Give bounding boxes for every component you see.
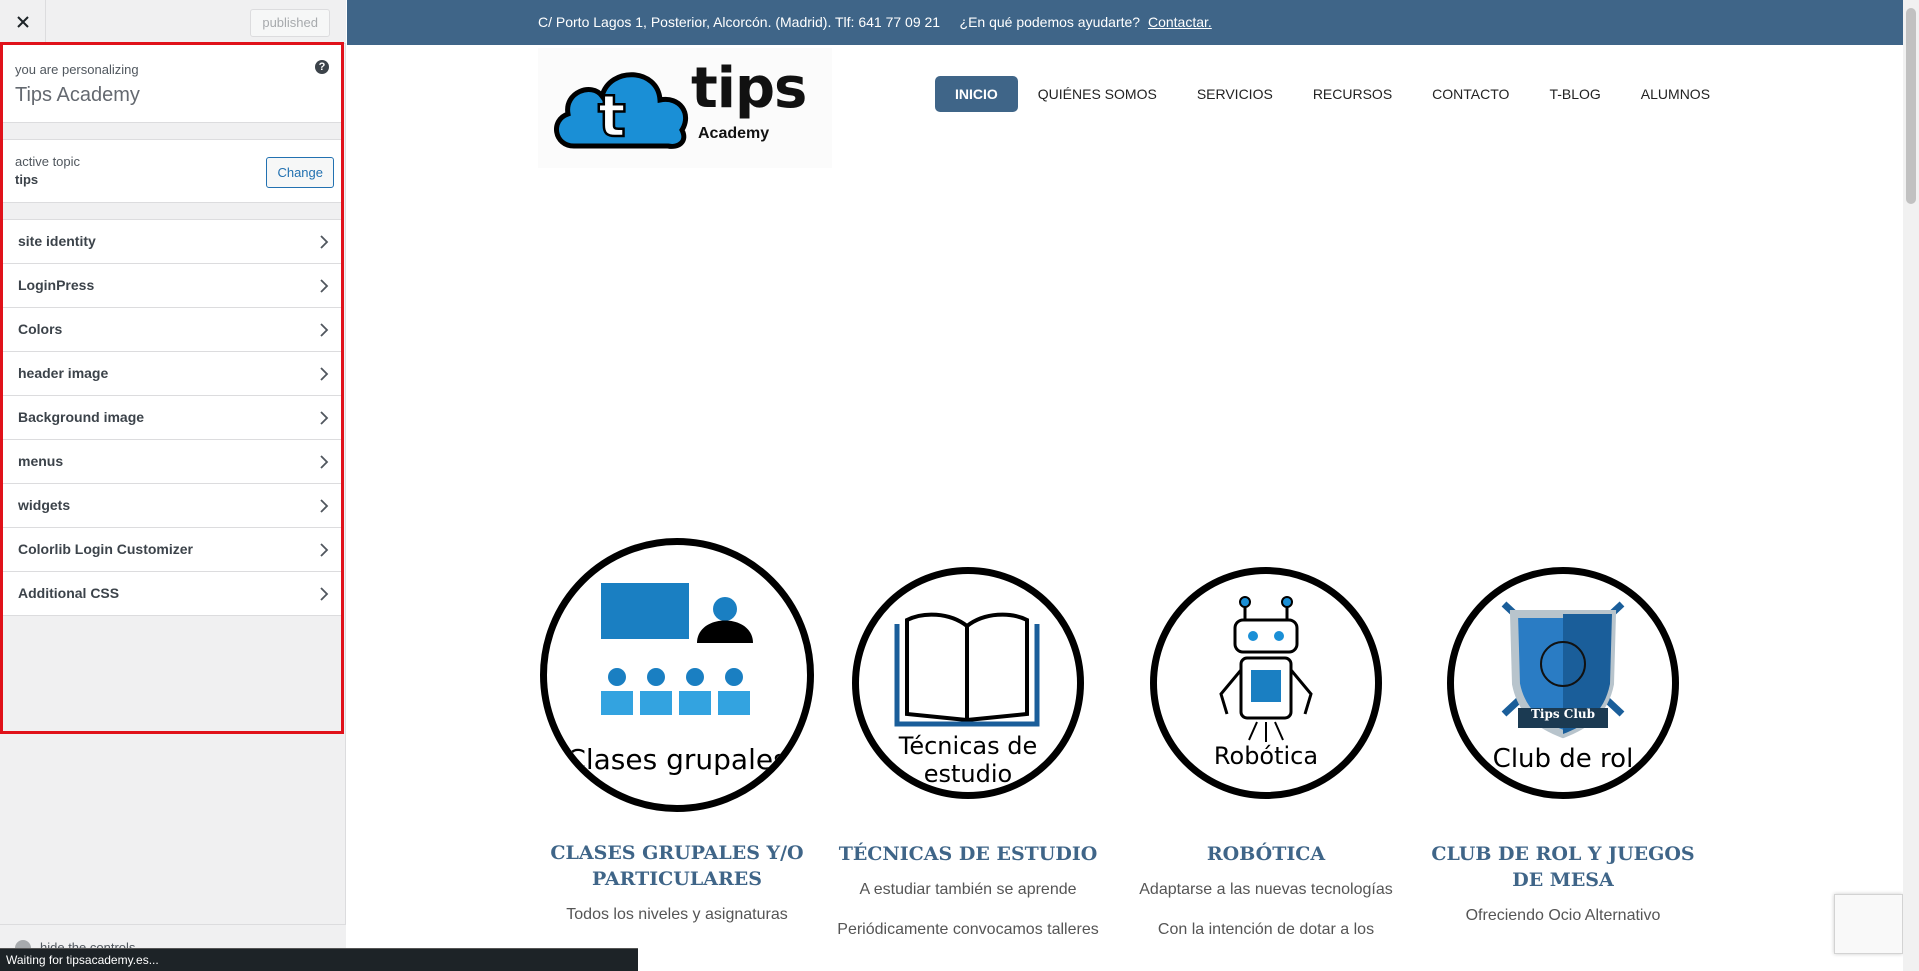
section-additional-css[interactable]: Additional CSS bbox=[3, 572, 341, 616]
section-widgets[interactable]: widgets bbox=[3, 484, 341, 528]
service-subtitle: Todos los niveles y asignaturas bbox=[566, 906, 788, 923]
service-subtitle: A estudiar también se aprende bbox=[859, 881, 1077, 898]
recaptcha-badge[interactable] bbox=[1834, 894, 1903, 954]
service-subtitle: Adaptarse a las nuevas tecnologías bbox=[1139, 881, 1393, 898]
section-colors[interactable]: Colors bbox=[3, 308, 341, 352]
service-title: TÉCNICAS DE ESTUDIO bbox=[838, 843, 1098, 865]
nav-item-servicios[interactable]: SERVICIOS bbox=[1177, 76, 1293, 112]
section-background-image[interactable]: Background image bbox=[3, 396, 341, 440]
contact-link[interactable]: Contactar. bbox=[1148, 14, 1212, 30]
customizer-sections: site identity LoginPress Colors header i… bbox=[3, 219, 341, 616]
active-theme-name: tips bbox=[15, 172, 39, 187]
nav-item-t-blog[interactable]: T-BLOG bbox=[1529, 76, 1620, 112]
chevron-right-icon bbox=[320, 587, 329, 601]
section-label: widgets bbox=[18, 497, 71, 513]
address-text: C/ Porto Lagos 1, Posterior, Alcorcón. (… bbox=[538, 14, 1141, 30]
service-image[interactable]: Tips Club Club de rol bbox=[1447, 567, 1679, 799]
chevron-right-icon bbox=[320, 367, 329, 381]
section-label: menus bbox=[18, 453, 64, 469]
chevron-right-icon bbox=[320, 279, 329, 293]
change-theme-button[interactable]: Change bbox=[266, 157, 334, 188]
personalizing-label: you are personalizing bbox=[15, 62, 139, 77]
site-logo[interactable]: t tips Academy bbox=[538, 48, 832, 168]
service-clases-grupales: Clases grupales CLASES GRUPALES Y/O PART… bbox=[532, 538, 822, 924]
service-robotica: Robótica ROBÓTICA Adaptarse a las nuevas… bbox=[1121, 567, 1411, 939]
publish-button[interactable]: published bbox=[250, 9, 330, 37]
service-extra: Con la intención de dotar a los bbox=[1157, 921, 1375, 938]
section-site-identity[interactable]: site identity bbox=[3, 220, 341, 264]
nav-item-inicio[interactable]: INICIO bbox=[935, 76, 1018, 112]
section-label: LoginPress bbox=[18, 277, 95, 293]
logo-subtitle: Academy bbox=[698, 125, 770, 142]
service-subtitle: Ofreciendo Ocio Alternativo bbox=[1465, 907, 1661, 924]
nav-item-recursos[interactable]: RECURSOS bbox=[1293, 76, 1412, 112]
chevron-right-icon bbox=[320, 499, 329, 513]
page-scrollbar[interactable] bbox=[1903, 0, 1919, 971]
site-preview: C/ Porto Lagos 1, Posterior, Alcorcón. (… bbox=[347, 0, 1903, 971]
service-image-text: Robótica bbox=[1213, 742, 1319, 770]
active-theme-panel: active topic tips Change bbox=[3, 139, 341, 203]
service-club-rol: Tips Club Club de rol CLUB DE ROL Y JUEG… bbox=[1418, 567, 1708, 925]
service-title: CLASES GRUPALES Y/O PARTICULARES bbox=[550, 842, 804, 890]
customizer-info: you are personalizing Tips Academy ? bbox=[3, 45, 341, 123]
svg-text:t: t bbox=[598, 82, 626, 150]
section-loginpress[interactable]: LoginPress bbox=[3, 264, 341, 308]
section-label: Colorlib Login Customizer bbox=[18, 541, 193, 557]
service-image[interactable]: Técnicas de estudio bbox=[852, 567, 1084, 799]
nav-item-alumnos[interactable]: ALUMNOS bbox=[1621, 76, 1730, 112]
service-image[interactable]: Robótica bbox=[1150, 567, 1382, 799]
main-nav: INICIO QUIÉNES SOMOS SERVICIOS RECURSOS … bbox=[935, 76, 1730, 112]
nav-item-contacto[interactable]: CONTACTO bbox=[1412, 76, 1529, 112]
close-customizer-button[interactable] bbox=[0, 0, 46, 44]
browser-status-bar: Waiting for tipsacademy.es... bbox=[0, 948, 638, 971]
section-menus[interactable]: menus bbox=[3, 440, 341, 484]
section-label: Background image bbox=[18, 409, 145, 425]
service-image-text: Clases grupales bbox=[566, 743, 788, 776]
close-icon bbox=[16, 16, 29, 28]
section-header-image[interactable]: header image bbox=[3, 352, 341, 396]
service-title: CLUB DE ROL Y JUEGOS DE MESA bbox=[1431, 843, 1695, 891]
service-image[interactable]: Clases grupales bbox=[540, 538, 814, 812]
cloud-logo-icon: t bbox=[554, 72, 689, 151]
section-label: Additional CSS bbox=[18, 585, 120, 601]
site-title: Tips Academy bbox=[15, 84, 140, 106]
scrollbar-thumb[interactable] bbox=[1906, 8, 1916, 204]
service-title: ROBÓTICA bbox=[1206, 843, 1326, 865]
section-colorlib-login-customizer[interactable]: Colorlib Login Customizer bbox=[3, 528, 341, 572]
status-text: Waiting for tipsacademy.es... bbox=[6, 953, 159, 967]
logo-word: tips bbox=[691, 56, 807, 121]
active-theme-label: active topic bbox=[15, 154, 81, 169]
chevron-right-icon bbox=[320, 235, 329, 249]
service-extra: Periódicamente convocamos talleres bbox=[837, 921, 1099, 938]
service-tecnicas-estudio: Técnicas de estudio TÉCNICAS DE ESTUDIO … bbox=[823, 567, 1113, 939]
section-label: header image bbox=[18, 365, 109, 381]
customizer-sidebar: published you are personalizing Tips Aca… bbox=[0, 0, 346, 971]
section-label: site identity bbox=[18, 233, 96, 249]
chevron-right-icon bbox=[320, 543, 329, 557]
chevron-right-icon bbox=[320, 411, 329, 425]
help-icon[interactable]: ? bbox=[315, 60, 329, 74]
nav-item-quienes-somos[interactable]: QUIÉNES SOMOS bbox=[1018, 76, 1177, 112]
service-image-text: Técnicas de estudio bbox=[898, 732, 1038, 788]
badge-text: Tips Club bbox=[1530, 707, 1596, 721]
top-info-bar: C/ Porto Lagos 1, Posterior, Alcorcón. (… bbox=[347, 0, 1903, 45]
top-info-text: C/ Porto Lagos 1, Posterior, Alcorcón. (… bbox=[538, 14, 1212, 30]
service-image-text: Club de rol bbox=[1492, 744, 1634, 774]
chevron-right-icon bbox=[320, 455, 329, 469]
chevron-right-icon bbox=[320, 323, 329, 337]
customizer-header: published bbox=[0, 0, 346, 44]
section-label: Colors bbox=[18, 321, 63, 337]
